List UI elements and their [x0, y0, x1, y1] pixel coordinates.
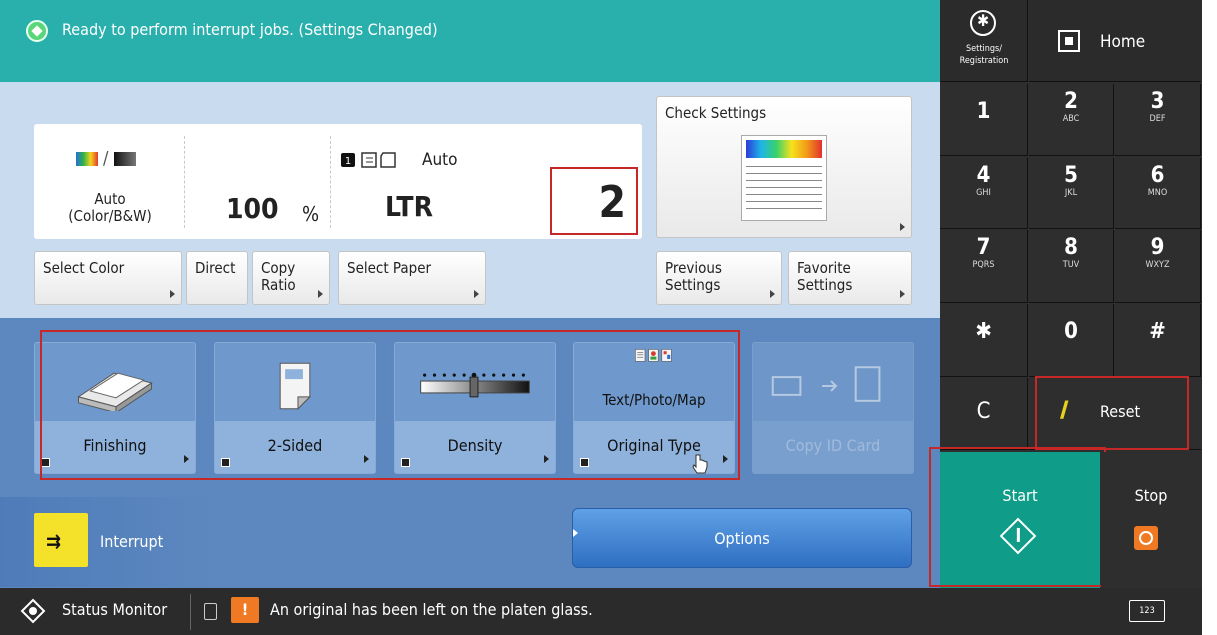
paper-source-icon: 1 — [341, 152, 396, 168]
lock-icon — [204, 603, 217, 620]
keypad-key[interactable]: # — [1115, 304, 1201, 377]
keypad-key[interactable]: 4 GHI — [940, 158, 1028, 229]
keypad-digit: 3 — [1150, 89, 1165, 114]
copies-value: 2 — [598, 177, 626, 228]
chevron-right-icon — [770, 290, 775, 298]
chevron-right-icon — [474, 290, 479, 298]
keypad-key[interactable]: 3 DEF — [1115, 84, 1201, 156]
home-icon — [1058, 30, 1080, 52]
copy-ratio-label: Copy Ratio — [261, 259, 296, 294]
interrupt-label[interactable]: Interrupt — [100, 532, 163, 551]
select-color-label: Select Color — [43, 259, 125, 277]
status-monitor-icon[interactable] — [20, 598, 46, 624]
keypad-letters: JKL — [1064, 188, 1078, 198]
home-label: Home — [1100, 32, 1146, 52]
settings-registration-label-line2: Registration — [959, 56, 1009, 66]
keypad-digit: 5 — [1064, 163, 1078, 188]
settings-registration-label: Settings/ — [966, 44, 1002, 54]
previous-settings-label: Previous Settings — [665, 259, 722, 294]
keypad-digit: 7 — [976, 235, 991, 260]
favorite-settings-button[interactable]: Favorite Settings — [788, 251, 912, 305]
color-mode-value-detail: (Color/B&W) — [68, 207, 152, 225]
chevron-right-icon — [573, 529, 578, 537]
color-bw-icon: / — [76, 148, 148, 169]
stop-icon — [1134, 526, 1158, 550]
status-monitor-button[interactable]: Status Monitor — [62, 600, 167, 619]
keypad-digit: ✱ — [975, 319, 992, 344]
stop-button[interactable] — [1101, 452, 1201, 588]
clear-key[interactable]: C — [940, 378, 1028, 450]
keypad-letters: WXYZ — [1145, 260, 1170, 270]
keypad-letters: MNO — [1147, 188, 1168, 198]
start-highlight-box — [929, 447, 1106, 587]
color-mode-value: Auto — [94, 190, 126, 208]
keypad-letters: DEF — [1149, 114, 1166, 124]
keypad-letters: ABC — [1062, 114, 1080, 124]
copy-ratio-value: 100 — [226, 192, 279, 225]
copy-id-card-label: Copy ID Card — [785, 436, 881, 455]
options-label: Options — [714, 529, 770, 548]
summary-divider — [330, 136, 331, 228]
keypad-key[interactable]: 9 WXYZ — [1115, 230, 1201, 303]
copies-count[interactable]: 2 — [550, 167, 638, 235]
favorite-settings-label: Favorite Settings — [797, 259, 853, 294]
select-paper-label: Select Paper — [347, 259, 432, 277]
warning-icon — [231, 597, 259, 623]
keypad-letters: PQRS — [972, 260, 995, 270]
settings-preview-icon — [741, 135, 827, 221]
direct-ratio-button[interactable]: Direct — [186, 251, 248, 305]
top-status-bar — [0, 0, 940, 82]
chevron-right-icon — [900, 290, 905, 298]
chevron-right-icon — [318, 290, 323, 298]
paper-source-value: Auto — [422, 150, 458, 170]
ready-status-text: Ready to perform interrupt jobs. (Settin… — [62, 20, 438, 39]
keypad-key[interactable]: 5 JKL — [1029, 158, 1114, 229]
ready-icon — [26, 20, 48, 42]
numeric-keys-button[interactable]: 123 — [1129, 600, 1165, 622]
keypad-digit: # — [1149, 319, 1166, 344]
status-divider — [190, 594, 191, 630]
check-settings-label: Check Settings — [665, 104, 767, 122]
keypad-key[interactable]: 0 — [1029, 304, 1114, 377]
function-highlight-box — [40, 330, 740, 480]
keypad-letters: TUV — [1062, 260, 1080, 270]
chevron-right-icon — [170, 290, 175, 298]
id-card-icon — [771, 366, 881, 402]
keypad-key[interactable]: 1 — [940, 84, 1028, 156]
keypad-digit: 4 — [976, 163, 991, 188]
keypad-digit: 0 — [1064, 319, 1078, 344]
svg-text:1: 1 — [345, 156, 351, 167]
keypad-digit: 8 — [1064, 235, 1078, 260]
previous-settings-button[interactable]: Previous Settings — [656, 251, 782, 305]
copy-ratio-button[interactable]: Copy Ratio — [252, 251, 330, 305]
summary-divider — [184, 136, 185, 228]
keypad-digit: 9 — [1150, 235, 1165, 260]
direct-label: Direct — [195, 259, 236, 277]
copy-ratio-unit: % — [302, 202, 320, 226]
keypad-key[interactable]: 8 TUV — [1029, 230, 1114, 303]
options-button[interactable]: Options — [572, 508, 912, 568]
select-paper-button[interactable]: Select Paper — [338, 251, 486, 305]
keypad-letters: GHI — [976, 188, 991, 198]
paper-size-value: LTR — [385, 190, 434, 223]
interrupt-icon[interactable]: ⇉ — [34, 513, 88, 567]
keypad-digit: 1 — [976, 99, 991, 124]
reset-highlight-box — [1035, 376, 1189, 450]
keypad-key[interactable]: 6 MNO — [1115, 158, 1201, 229]
keypad-key[interactable]: 7 PQRS — [940, 230, 1028, 303]
keypad-key[interactable]: 2 ABC — [1029, 84, 1114, 156]
keypad-digit: 2 — [1064, 89, 1078, 114]
select-color-button[interactable]: Select Color — [34, 251, 182, 305]
settings-icon — [970, 10, 996, 36]
settings-registration-button[interactable] — [940, 0, 1028, 82]
clear-label: C — [976, 399, 991, 424]
keypad-digit: 6 — [1150, 163, 1165, 188]
chevron-right-icon — [900, 223, 905, 231]
keypad-key[interactable]: ✱ — [940, 304, 1028, 377]
stop-label: Stop — [1134, 486, 1168, 505]
copy-id-card-button: Copy ID Card — [752, 342, 914, 474]
check-settings-button[interactable]: Check Settings — [656, 96, 912, 238]
warning-message: An original has been left on the platen … — [270, 600, 593, 619]
